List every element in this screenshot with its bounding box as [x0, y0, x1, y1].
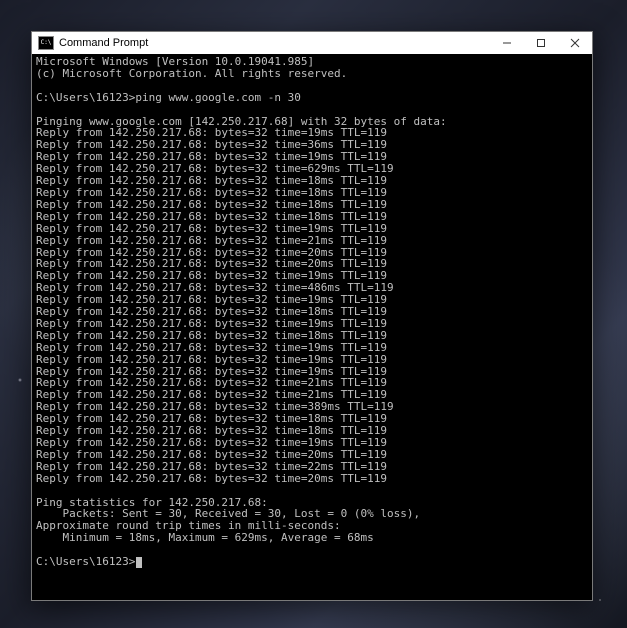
- cursor: [136, 557, 142, 568]
- maximize-button[interactable]: [524, 32, 558, 54]
- command-prompt-window: C:\ Command Prompt Microsoft Windows [Ve…: [31, 31, 593, 601]
- maximize-icon: [536, 38, 546, 48]
- titlebar[interactable]: C:\ Command Prompt: [32, 32, 592, 54]
- close-icon: [570, 38, 580, 48]
- terminal-output[interactable]: Microsoft Windows [Version 10.0.19041.98…: [32, 54, 592, 600]
- close-button[interactable]: [558, 32, 592, 54]
- minimize-icon: [502, 38, 512, 48]
- cmd-icon-label: C:\: [41, 40, 52, 46]
- cmd-icon: C:\: [38, 36, 54, 50]
- window-title: Command Prompt: [59, 37, 490, 49]
- minimize-button[interactable]: [490, 32, 524, 54]
- prompt: C:\Users\16123>: [36, 555, 135, 568]
